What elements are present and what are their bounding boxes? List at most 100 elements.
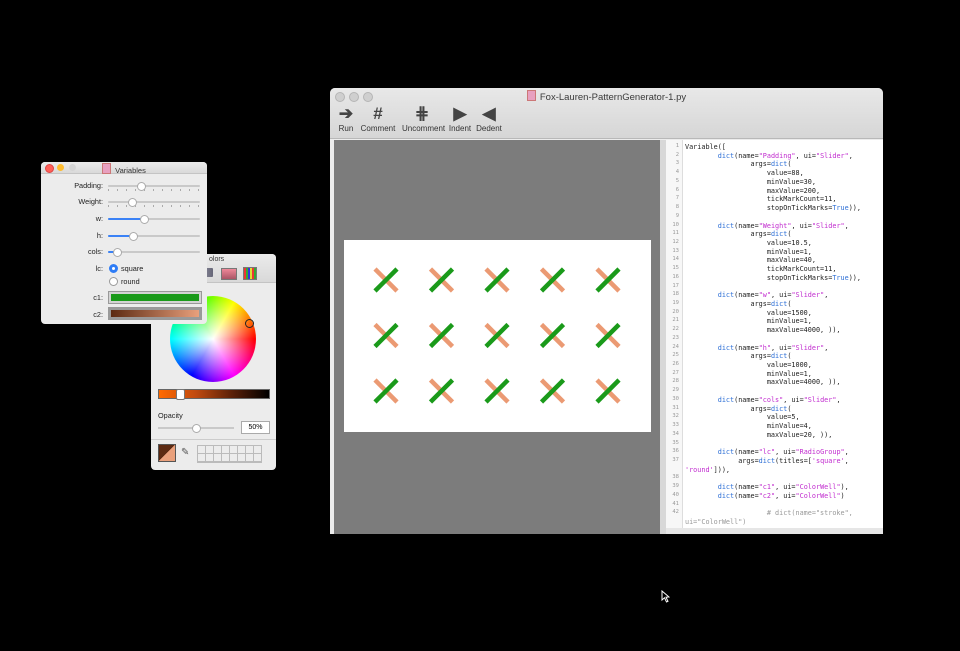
line-number: 17: [672, 282, 679, 289]
code-line: minValue=4,: [685, 422, 812, 430]
slider-tick: [198, 189, 199, 191]
code-line: args=dict(: [685, 352, 792, 361]
toolbar-dedent-button[interactable]: ◀ Dedent: [469, 105, 509, 134]
c1-color-well[interactable]: [108, 291, 202, 304]
slider-tick: [189, 205, 190, 207]
pattern-cross: [428, 322, 455, 349]
opacity-field[interactable]: 50%: [241, 421, 270, 434]
slider-tick: [189, 189, 190, 191]
slider-tick: [162, 189, 163, 191]
variables-title-text: Variables: [115, 166, 146, 175]
slider-knob[interactable]: [137, 182, 147, 191]
slider-knob[interactable]: [128, 198, 138, 207]
lc-square-label: square: [121, 264, 144, 273]
file-icon: [526, 90, 536, 101]
mouse-cursor-icon: [661, 590, 670, 603]
line-number: 12: [672, 238, 679, 245]
line-number: 13: [672, 247, 679, 254]
code-line: minValue=30,: [685, 177, 816, 186]
lc-round-radio[interactable]: [109, 277, 118, 286]
hash-icon: #: [373, 104, 383, 123]
line-number: 27: [672, 369, 679, 376]
artboard: [344, 240, 651, 432]
lc-square-radio[interactable]: [109, 264, 118, 273]
slider-w[interactable]: [108, 215, 200, 224]
slider-tick: [126, 205, 127, 207]
code-editor[interactable]: 1 2 3 4 5 6 7 8 9 10 11 12 13 14 15 16 17 18 19 20 21 22 23 24 2…: [666, 140, 883, 528]
line-number: 2: [675, 151, 679, 158]
toolbar-comment-button[interactable]: # Comment: [358, 104, 398, 134]
toolbar-uncomment-button[interactable]: ⋕ Uncomment: [402, 105, 446, 134]
code-line: value=10.5,: [685, 238, 812, 247]
canvas-area[interactable]: [334, 140, 660, 534]
slider-tick: [117, 205, 118, 207]
slider-knob[interactable]: [112, 248, 122, 257]
line-number: 16: [672, 273, 679, 280]
line-number: 31: [672, 404, 679, 411]
colors-divider: [151, 439, 276, 440]
brightness-bar[interactable]: [158, 389, 270, 400]
slider-tick: [180, 189, 181, 191]
slider-weight[interactable]: [108, 198, 200, 207]
slider-knob[interactable]: [128, 232, 138, 241]
image-palettes-tab-icon[interactable]: [221, 268, 237, 280]
code-line: Variable([: [685, 143, 726, 151]
slider-h[interactable]: [108, 232, 200, 241]
swatch-grid[interactable]: [197, 445, 262, 463]
line-number: 42: [672, 509, 679, 516]
line-number: 26: [672, 361, 679, 367]
code-line: dict(name="cols", ui="Slider",: [717, 395, 841, 404]
line-number: 39: [672, 483, 679, 490]
slider-cols[interactable]: [108, 248, 200, 257]
opacity-slider[interactable]: [158, 424, 234, 433]
code-line: dict(name="Padding", ui="Slider",: [717, 151, 853, 160]
code-line: dict(name="w", ui="Slider",: [717, 291, 829, 300]
c2-color-well[interactable]: [108, 307, 202, 320]
colors-panel-title: olors: [209, 256, 225, 263]
slider-tick: [144, 205, 145, 207]
toolbar-label: Dedent: [476, 124, 502, 133]
pencils-tab-icon[interactable]: [243, 267, 257, 280]
pattern-cross: [595, 322, 621, 349]
slider-padding[interactable]: [108, 182, 200, 191]
line-number: 4: [675, 169, 679, 176]
color-wheel-cursor[interactable]: [245, 319, 254, 328]
current-color-swatch[interactable]: [158, 444, 176, 462]
line-number: 35: [672, 439, 679, 446]
line-number: 5: [675, 177, 679, 184]
line-number: 20: [672, 308, 679, 315]
pattern-cross: [539, 322, 566, 349]
eyedropper-icon[interactable]: ✎: [181, 447, 189, 458]
line-number: 23: [672, 334, 679, 341]
line-number: 15: [672, 265, 679, 272]
pattern-cross: [539, 378, 566, 404]
variables-titlebar: Variables: [41, 162, 207, 175]
slider-tick: [117, 189, 118, 191]
toolbar-label: Uncomment: [402, 124, 446, 133]
code-line: dict(name="c1", ui="ColorWell"),: [717, 483, 849, 492]
code-line: maxValue=4000, )),: [685, 378, 841, 387]
line-number: 9: [675, 212, 679, 219]
variables-title: Variables: [41, 163, 207, 175]
line-number: 3: [675, 160, 679, 167]
code-line: 'round'])),: [685, 465, 731, 474]
pattern-cross: [373, 267, 399, 293]
slider-tick: [135, 189, 136, 191]
slider-tick: [153, 205, 154, 207]
slider-fill: [108, 218, 143, 220]
code-line: tickMarkCount=11,: [685, 195, 837, 204]
code-line: value=1500,: [685, 308, 812, 317]
slider-tick: [162, 205, 163, 207]
toolbar-label: Indent: [448, 124, 472, 133]
slider-knob[interactable]: [139, 215, 149, 224]
pattern-cross: [428, 267, 455, 293]
line-number: 22: [672, 326, 679, 333]
pattern-cross: [373, 378, 399, 404]
line-number: 34: [672, 430, 679, 437]
code-line: maxValue=4000, )),: [685, 326, 841, 335]
opacity-label: Opacity: [158, 411, 183, 420]
opacity-slider-knob[interactable]: [192, 424, 201, 433]
pattern-preview: [373, 267, 621, 404]
slider-tick: [171, 205, 172, 207]
brightness-bar-knob[interactable]: [175, 389, 185, 400]
